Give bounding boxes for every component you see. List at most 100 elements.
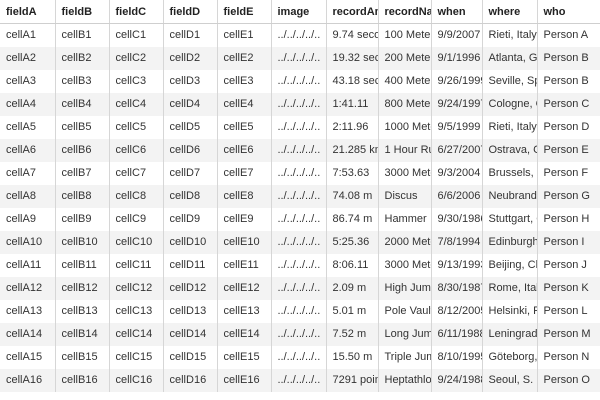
cell-fieldE: cellE10 xyxy=(217,231,272,254)
cell-recordName: Pole Vault xyxy=(378,300,432,323)
table-row[interactable]: cellA14 cellB14 cellC14 cellD14 cellE14 ../..… xyxy=(0,323,600,346)
cell-fieldD: cellD3 xyxy=(163,70,218,93)
column-header-where[interactable]: where xyxy=(482,0,538,24)
cell-fieldA: cellA4 xyxy=(0,93,56,116)
cell-where: Helsinki, Finland xyxy=(482,300,538,323)
cell-when: 8/10/1995 xyxy=(431,346,483,369)
cell-when: 6/27/2007 xyxy=(431,139,483,162)
cell-fieldD: cellD11 xyxy=(163,254,218,277)
cell-fieldD: cellD8 xyxy=(163,185,218,208)
cell-when: 8/12/2005 xyxy=(431,300,483,323)
cell-recordAmount: 8:06.11 xyxy=(326,254,379,277)
table-row[interactable]: cellA4 cellB4 cellC4 cellD4 cellE4 ../../../.… xyxy=(0,93,600,116)
cell-image: ../../../../.. xyxy=(271,346,327,369)
cell-image: ../../../../.. xyxy=(271,162,327,185)
cell-recordName: Discus xyxy=(378,185,432,208)
cell-fieldE: cellE9 xyxy=(217,208,272,231)
cell-who: Person C xyxy=(537,93,600,116)
cell-image: ../../../../.. xyxy=(271,277,327,300)
column-header-when[interactable]: when xyxy=(431,0,483,24)
cell-when: 6/6/2006 xyxy=(431,185,483,208)
table-row[interactable]: cellA13 cellB13 cellC13 cellD13 cellE13 ../..… xyxy=(0,300,600,323)
cell-image: ../../../../.. xyxy=(271,369,327,392)
cell-image: ../../../../.. xyxy=(271,185,327,208)
cell-fieldB: cellB1 xyxy=(55,23,110,47)
cell-when: 9/24/1988 xyxy=(431,369,483,392)
column-header-fieldC[interactable]: fieldC xyxy=(109,0,164,24)
table-row[interactable]: cellA11 cellB11 cellC11 cellD11 cellE11 ../..… xyxy=(0,254,600,277)
cell-fieldE: cellE11 xyxy=(217,254,272,277)
cell-fieldB: cellB8 xyxy=(55,185,110,208)
cell-image: ../../../../.. xyxy=(271,323,327,346)
cell-when: 8/30/1987 xyxy=(431,277,483,300)
cell-fieldB: cellB5 xyxy=(55,116,110,139)
cell-fieldD: cellD14 xyxy=(163,323,218,346)
cell-fieldB: cellB12 xyxy=(55,277,110,300)
cell-who: Person B xyxy=(537,47,600,70)
table-row[interactable]: cellA15 cellB15 cellC15 cellD15 cellE15 ../..… xyxy=(0,346,600,369)
cell-fieldA: cellA10 xyxy=(0,231,56,254)
cell-recordAmount: 43.18 seconds xyxy=(326,70,379,93)
table-row[interactable]: cellA1 cellB1 cellC1 cellD1 cellE1 ../../../.… xyxy=(0,23,600,47)
cell-fieldA: cellA1 xyxy=(0,23,56,47)
table-row[interactable]: cellA9 cellB9 cellC9 cellD9 cellE9 ../../../.… xyxy=(0,208,600,231)
cell-fieldC: cellC14 xyxy=(109,323,164,346)
cell-image: ../../../../.. xyxy=(271,254,327,277)
cell-where: Rieti, Italy xyxy=(482,116,538,139)
cell-recordName: 200 Meters xyxy=(378,47,432,70)
column-header-fieldE[interactable]: fieldE xyxy=(217,0,272,24)
cell-recordName: Triple Jump xyxy=(378,346,432,369)
cell-image: ../../../../.. xyxy=(271,208,327,231)
cell-when: 9/24/1997 xyxy=(431,93,483,116)
cell-recordName: High Jump xyxy=(378,277,432,300)
data-grid: fieldA fieldB fieldC fieldD fieldE image… xyxy=(0,0,600,400)
table-row[interactable]: cellA7 cellB7 cellC7 cellD7 cellE7 ../../../.… xyxy=(0,162,600,185)
cell-who: Person K xyxy=(537,277,600,300)
table-row[interactable]: cellA2 cellB2 cellC2 cellD2 cellE2 ../../../.… xyxy=(0,47,600,70)
cell-who: Person N xyxy=(537,346,600,369)
cell-fieldA: cellA5 xyxy=(0,116,56,139)
cell-image: ../../../../.. xyxy=(271,231,327,254)
cell-fieldE: cellE6 xyxy=(217,139,272,162)
column-header-recordName[interactable]: recordName xyxy=(378,0,432,24)
cell-who: Person O xyxy=(537,369,600,392)
cell-fieldE: cellE8 xyxy=(217,185,272,208)
table-row[interactable]: cellA10 cellB10 cellC10 cellD10 cellE10 ../..… xyxy=(0,231,600,254)
cell-fieldA: cellA9 xyxy=(0,208,56,231)
table-row[interactable]: cellA5 cellB5 cellC5 cellD5 cellE5 ../../../.… xyxy=(0,116,600,139)
cell-who: Person E xyxy=(537,139,600,162)
cell-recordAmount: 15.50 m xyxy=(326,346,379,369)
cell-where: Rome, Italy xyxy=(482,277,538,300)
cell-fieldD: cellD6 xyxy=(163,139,218,162)
cell-fieldA: cellA12 xyxy=(0,277,56,300)
cell-when: 9/26/1999 xyxy=(431,70,483,93)
column-header-fieldA[interactable]: fieldA xyxy=(0,0,56,24)
cell-fieldC: cellC3 xyxy=(109,70,164,93)
cell-recordName: 2000 Meters xyxy=(378,231,432,254)
cell-where: Atlanta, GA xyxy=(482,47,538,70)
table-row[interactable]: cellA16 cellB16 cellC16 cellD16 cellE16 ../..… xyxy=(0,369,600,392)
cell-image: ../../../../.. xyxy=(271,116,327,139)
cell-image: ../../../../.. xyxy=(271,23,327,47)
table-row[interactable]: cellA3 cellB3 cellC3 cellD3 cellE3 ../../../.… xyxy=(0,70,600,93)
cell-fieldB: cellB16 xyxy=(55,369,110,392)
cell-fieldA: cellA6 xyxy=(0,139,56,162)
column-header-fieldD[interactable]: fieldD xyxy=(163,0,218,24)
cell-recordName: 1 Hour Run xyxy=(378,139,432,162)
column-header-fieldB[interactable]: fieldB xyxy=(55,0,110,24)
cell-image: ../../../../.. xyxy=(271,47,327,70)
table-row[interactable]: cellA8 cellB8 cellC8 cellD8 cellE8 ../../../.… xyxy=(0,185,600,208)
column-header-image[interactable]: image xyxy=(271,0,327,24)
cell-fieldE: cellE12 xyxy=(217,277,272,300)
cell-who: Person B xyxy=(537,70,600,93)
cell-fieldC: cellC12 xyxy=(109,277,164,300)
column-header-who[interactable]: who xyxy=(537,0,600,24)
table-row[interactable]: cellA6 cellB6 cellC6 cellD6 cellE6 ../../../.… xyxy=(0,139,600,162)
table-row[interactable]: cellA12 cellB12 cellC12 cellD12 cellE12 ../..… xyxy=(0,277,600,300)
column-header-recordAmount[interactable]: recordAmount xyxy=(326,0,379,24)
cell-image: ../../../../.. xyxy=(271,300,327,323)
header-row: fieldA fieldB fieldC fieldD fieldE image… xyxy=(0,0,600,24)
cell-fieldC: cellC13 xyxy=(109,300,164,323)
cell-who: Person M xyxy=(537,323,600,346)
cell-who: Person L xyxy=(537,300,600,323)
